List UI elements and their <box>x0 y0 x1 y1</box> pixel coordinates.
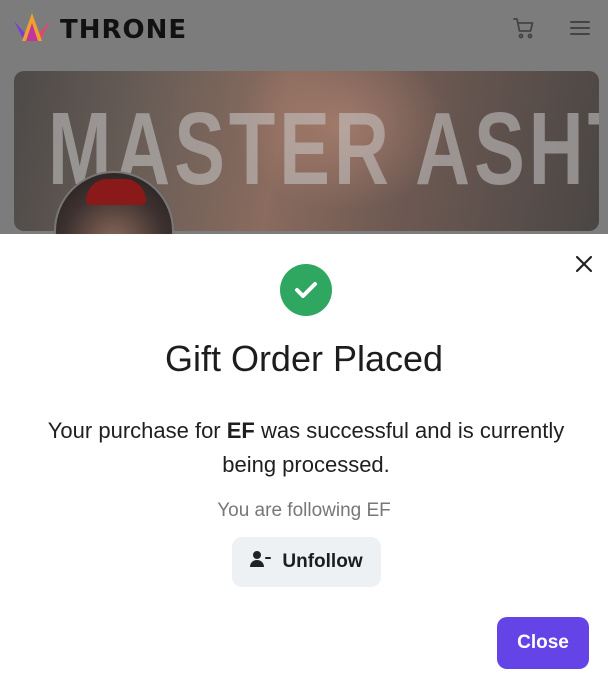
message-name: EF <box>226 418 255 443</box>
unfollow-button[interactable]: Unfollow <box>232 537 381 587</box>
menu-button[interactable] <box>566 16 594 44</box>
cart-button[interactable] <box>510 16 538 44</box>
avatar-cap <box>86 179 146 205</box>
user-minus-icon <box>250 550 272 574</box>
close-icon[interactable] <box>572 252 596 276</box>
gift-order-modal: Gift Order Placed Your purchase for EF w… <box>0 234 608 684</box>
message-prefix: Your purchase for <box>47 418 227 443</box>
hamburger-menu-icon <box>568 16 592 45</box>
modal-message: Your purchase for EF was successful and … <box>20 414 592 482</box>
modal-title: Gift Order Placed <box>164 338 444 379</box>
check-circle-icon <box>280 264 332 316</box>
top-nav: THRONE <box>0 0 608 60</box>
following-status: You are following EF <box>217 500 391 521</box>
logo-text: THRONE <box>60 15 188 45</box>
message-suffix: was successful and is currently being pr… <box>222 418 565 477</box>
unfollow-label: Unfollow <box>282 551 363 572</box>
close-button[interactable]: Close <box>497 617 589 669</box>
cart-icon <box>512 16 536 45</box>
logo[interactable]: THRONE <box>12 11 187 50</box>
crown-logo-icon <box>12 11 52 50</box>
